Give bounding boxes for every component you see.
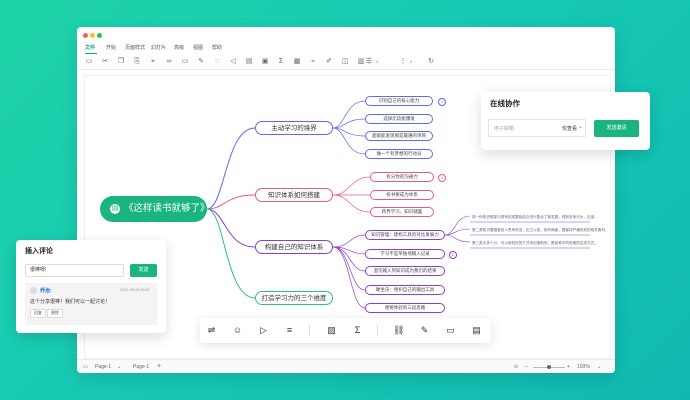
branch-node-1[interactable]: 主动学习的境界	[255, 121, 333, 135]
email-field[interactable]: 电子邮箱 仅查看 ⌄	[488, 119, 586, 137]
reply-button[interactable]: 回复	[30, 309, 46, 318]
comment-text: 这个分享很棒！我们可以一起讨论！	[30, 299, 111, 305]
priority-badge: 2	[449, 251, 457, 259]
avatar	[30, 287, 37, 294]
comment-input[interactable]: 很棒呀!	[25, 264, 124, 277]
leaf-node[interactable]: 拆书要成为体系	[370, 190, 434, 200]
floating-toolbar: ⇌ ☺ ▷ ≡ ▨ Σ ⛓ ✎ ▭ ▤	[200, 318, 491, 343]
branch-node-4[interactable]: 打造学习力的三个维度	[255, 291, 333, 305]
emoji-icon[interactable]: ☺	[232, 325, 243, 336]
link-icon[interactable]: ⛓	[393, 325, 404, 336]
mindmap-root-node[interactable]: ▤ 《这样读书就够了》	[100, 196, 210, 222]
comment-icon[interactable]: ▭	[445, 325, 456, 336]
toolbar-divider	[377, 325, 378, 336]
layout-icon[interactable]: ⇌	[206, 325, 217, 336]
leaf-node[interactable]: 拆分你的沟通力	[370, 172, 434, 182]
leaf-node[interactable]: 跨界学习、知识储蓄	[370, 207, 434, 217]
formula-icon[interactable]: Σ	[352, 325, 363, 336]
book-icon: ▤	[110, 204, 120, 214]
leaf-node[interactable]: 想要体验的三段思路	[365, 303, 445, 313]
comment-timestamp: 2021-09-08 09:02	[120, 288, 150, 292]
brush-icon[interactable]: ✎	[419, 325, 430, 336]
leaf-node[interactable]: 做一个有梦想的行动派	[365, 149, 433, 159]
branch-node-3[interactable]: 构建自己的知识体系	[255, 240, 333, 254]
collab-panel: 在线协作 电子邮箱 仅查看 ⌄ 发送邀请	[481, 92, 650, 150]
leaf-node[interactable]: 混沌输入到知识成为我们的结果	[365, 266, 445, 276]
leaf-node[interactable]: 识别自己的核心能力	[365, 96, 433, 106]
chevron-down-icon[interactable]: ⌄	[578, 123, 583, 130]
leaf-node[interactable]: 知识管理：建构工具的对比发展力	[365, 230, 445, 240]
note-text: 第三类大多十分，可以用较好的方式来创造新的，是各种不同前期的生成方式。	[472, 241, 598, 245]
toolbar-divider	[309, 325, 310, 336]
permission-select[interactable]: 仅查看	[562, 125, 577, 132]
send-comment-button[interactable]: 发送	[130, 264, 157, 277]
comment-panel-title: 插入评论	[25, 248, 53, 255]
note-text: 第二类知识要借鉴前人思考积淀，比之以前，制作两面，要保持严格有效的相关素材。	[472, 228, 609, 232]
leaf-node[interactable]: 硬坐法：保护自己的输出工具	[365, 285, 445, 295]
root-label: 《这样读书就够了》	[124, 203, 210, 214]
note-icon[interactable]: ▤	[471, 325, 482, 336]
leaf-node[interactable]: 选择比较能爆发	[365, 114, 433, 124]
collab-title: 在线协作	[490, 99, 520, 108]
comment-panel: 插入评论 很棒呀! 发送 乔治: 2021-09-08 09:02 这个分享很棒…	[16, 240, 166, 333]
email-placeholder: 电子邮箱	[494, 126, 515, 132]
leaf-node[interactable]: 超级能发现那是最难的项目	[365, 131, 433, 141]
branch-node-2[interactable]: 知识体系如何搭建	[255, 188, 333, 202]
comment-item: 乔治: 2021-09-08 09:02 这个分享很棒！我们可以一起讨论！ 回复…	[25, 283, 157, 325]
leaf-node[interactable]: 学习不是单独地输入记录	[365, 249, 445, 259]
note-text: 将一份知识框架与原有的成果相结合进行整合了新发展，得到未来行为，应用。	[472, 215, 598, 219]
priority-badge: 1	[438, 174, 446, 182]
tag-icon[interactable]: ▷	[258, 325, 269, 336]
delete-button[interactable]: 删除	[47, 309, 63, 318]
summary-icon[interactable]: ≡	[284, 325, 295, 336]
send-invite-button[interactable]: 发送邀请	[594, 120, 639, 137]
priority-badge: 1	[438, 98, 446, 106]
comment-author: 乔治:	[40, 288, 52, 294]
image-icon[interactable]: ▨	[326, 325, 337, 336]
